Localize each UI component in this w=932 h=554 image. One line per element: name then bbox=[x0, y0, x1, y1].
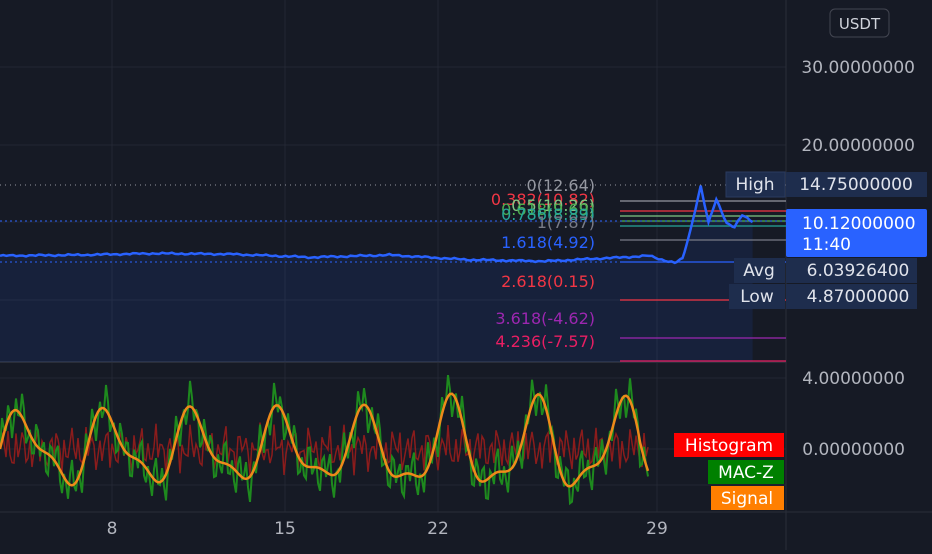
legend-histogram-label: Histogram bbox=[685, 436, 773, 456]
x-tick-label: 29 bbox=[646, 519, 668, 539]
price-area-fill bbox=[0, 185, 753, 362]
high-badge: High 14.75000000 bbox=[725, 171, 927, 198]
avg-badge: Avg 6.03926400 bbox=[734, 258, 917, 283]
fib-level-label: 3.618(-4.62) bbox=[495, 309, 595, 328]
avg-value: 6.03926400 bbox=[807, 261, 910, 281]
currency-label: USDT bbox=[839, 15, 881, 33]
fib-level-label: 1.618(4.92) bbox=[501, 233, 595, 252]
high-value: 14.75000000 bbox=[799, 175, 913, 195]
legend-macz-label: MAC-Z bbox=[718, 463, 774, 483]
y-tick-label: 20.00000000 bbox=[801, 136, 915, 156]
oscillator-pane bbox=[0, 374, 650, 506]
y-tick-label: 0.00000000 bbox=[802, 440, 905, 460]
x-tick-label: 15 bbox=[274, 519, 296, 539]
chart-svg: 0(12.64)0.382(10.82)0.5(10.26)0.618(9.69… bbox=[0, 0, 932, 550]
oscillator-legend: Histogram MAC-Z Signal bbox=[674, 433, 784, 510]
signal-series bbox=[0, 392, 650, 488]
time-axis[interactable]: 8 15 22 29 bbox=[107, 519, 668, 539]
bar-countdown: 11:40 bbox=[802, 235, 851, 255]
legend-signal-label: Signal bbox=[721, 489, 773, 509]
low-label: Low bbox=[740, 287, 774, 307]
y-tick-label: 30.00000000 bbox=[801, 58, 915, 78]
avg-label: Avg bbox=[743, 261, 775, 281]
price-series-line[interactable] bbox=[0, 185, 754, 265]
fib-level-label: 4.236(-7.57) bbox=[495, 332, 595, 351]
mac-z-series bbox=[0, 374, 649, 506]
x-tick-label: 8 bbox=[107, 519, 118, 539]
fib-level-label: 2.618(0.15) bbox=[501, 272, 595, 291]
low-badge: Low 4.87000000 bbox=[729, 284, 917, 309]
high-label: High bbox=[735, 175, 774, 195]
x-tick-label: 22 bbox=[427, 519, 449, 539]
y-tick-label: 4.00000000 bbox=[802, 369, 905, 389]
last-price-value: 10.12000000 bbox=[802, 214, 916, 234]
currency-button[interactable]: USDT bbox=[829, 8, 890, 38]
fib-level-label: 1(7.87) bbox=[537, 213, 595, 232]
last-price-badge: 10.12000000 11:40 bbox=[786, 209, 927, 257]
low-value: 4.87000000 bbox=[807, 287, 910, 307]
chart-root: 0(12.64) 0.382(10.82) 0.5(10.26) 0.618(9.69… bbox=[0, 0, 932, 550]
